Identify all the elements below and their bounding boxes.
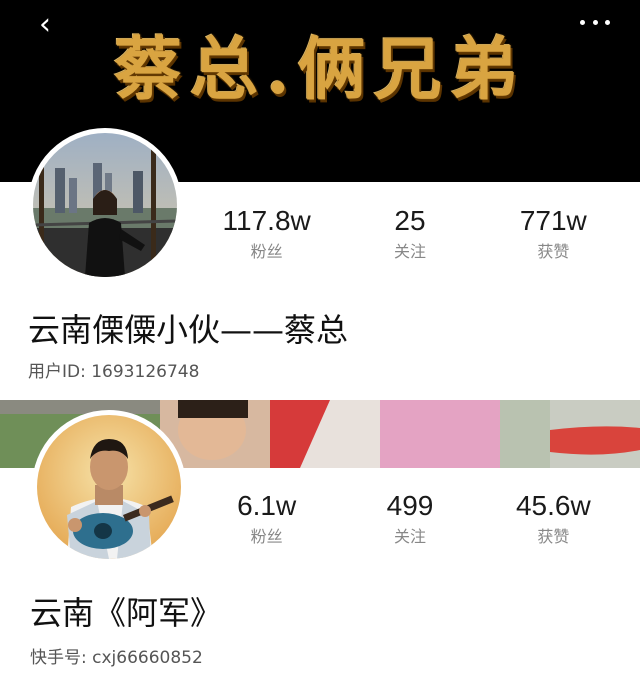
profile2-name: 云南《阿军》 [30, 594, 223, 632]
chevron-left-icon[interactable]: ‹ [30, 10, 60, 40]
stat-followers[interactable]: 6.1w 粉丝 [195, 490, 338, 550]
more-dots-icon[interactable] [580, 12, 610, 32]
stat-following[interactable]: 499 关注 [338, 490, 481, 550]
stat-label: 粉丝 [250, 242, 283, 261]
stat-following[interactable]: 25 关注 [338, 205, 481, 265]
profile1-user-id: 用户ID: 1693126748 [28, 362, 200, 382]
stat-value: 499 [386, 490, 434, 521]
stat-label: 获赞 [537, 527, 570, 546]
profile2-user-id: 快手号: cxj66660852 [30, 648, 203, 668]
profile1-stats: 117.8w 粉丝 25 关注 771w 获赞 [195, 205, 625, 265]
profile1-avatar[interactable] [28, 128, 182, 282]
stat-value: 771w [519, 205, 587, 236]
stat-followers[interactable]: 117.8w 粉丝 [195, 205, 338, 265]
stat-label: 粉丝 [250, 527, 283, 546]
stat-label: 关注 [393, 527, 426, 546]
stat-value: 117.8w [222, 205, 311, 236]
banner-title: 蔡总.俩兄弟 [114, 29, 526, 110]
profile2-avatar[interactable] [32, 410, 186, 564]
stat-value: 45.6w [515, 490, 591, 521]
stat-likes[interactable]: 45.6w 获赞 [482, 490, 625, 550]
profile2-stats: 6.1w 粉丝 499 关注 45.6w 获赞 [195, 490, 625, 550]
stat-label: 获赞 [537, 242, 570, 261]
stat-label: 关注 [393, 242, 426, 261]
stat-value: 25 [394, 205, 426, 236]
stat-likes[interactable]: 771w 获赞 [482, 205, 625, 265]
profile1-name: 云南傈僳小伙——蔡总 [28, 311, 349, 349]
stat-value: 6.1w [237, 490, 297, 521]
